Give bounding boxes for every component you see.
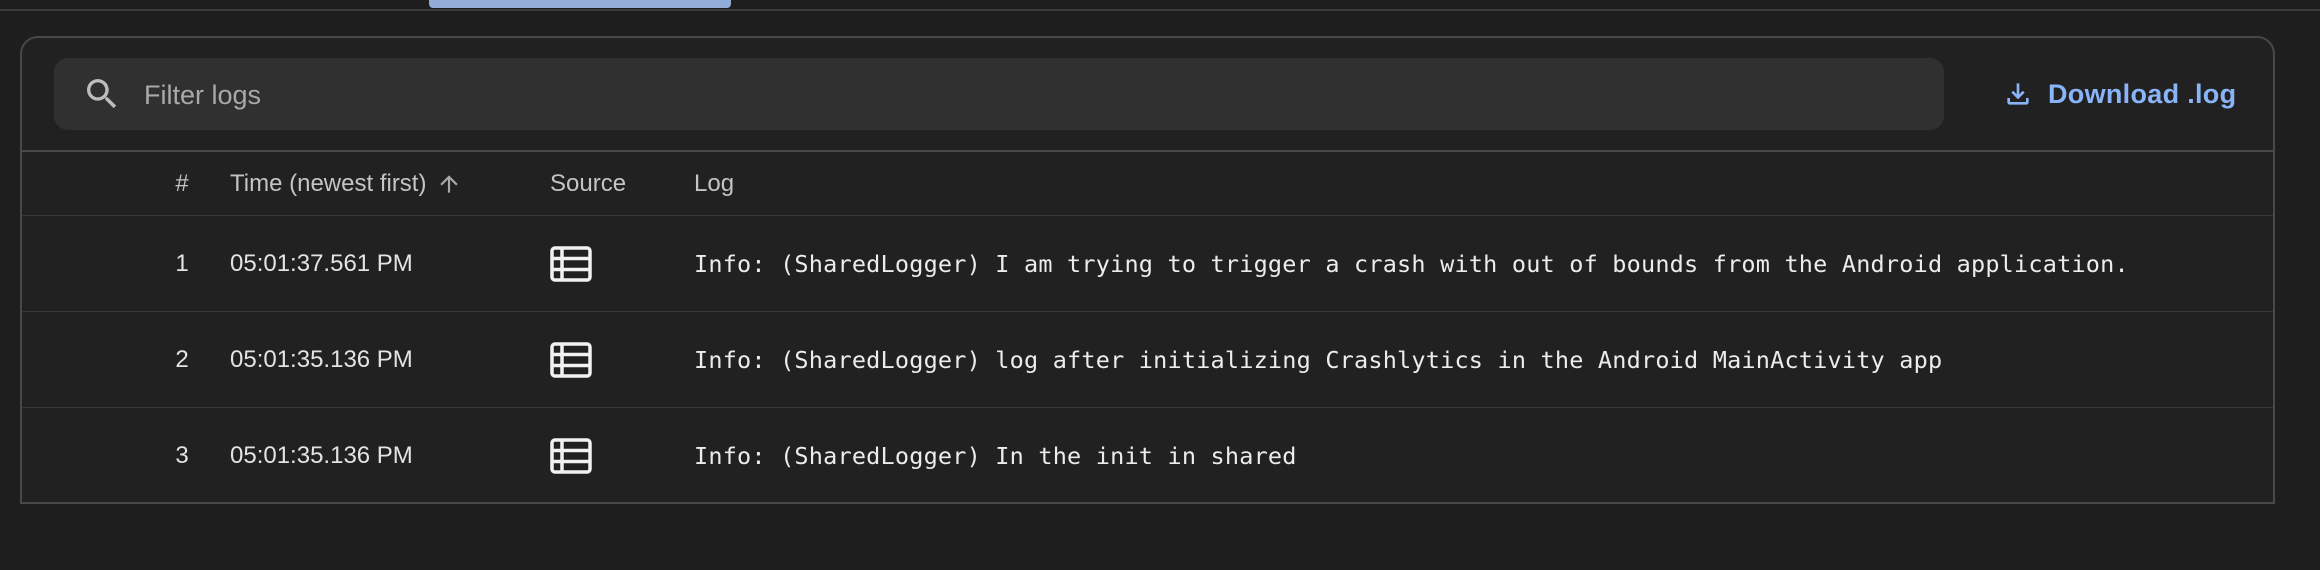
row-num: 1 bbox=[175, 249, 189, 277]
header-time-label: Time (newest first) bbox=[230, 169, 427, 197]
list-icon bbox=[550, 438, 592, 474]
list-icon bbox=[550, 245, 592, 282]
table-header: # Time (newest first) Source Log bbox=[22, 152, 2273, 216]
table-row[interactable]: 3 05:01:35.136 PM Info: (SharedLogger) I… bbox=[22, 408, 2273, 504]
row-num: 3 bbox=[175, 442, 189, 469]
download-icon bbox=[2007, 83, 2029, 105]
row-source bbox=[550, 408, 670, 504]
search-icon bbox=[87, 79, 117, 109]
top-tab-strip bbox=[0, 0, 2320, 11]
row-time: 05:01:35.136 PM bbox=[230, 345, 413, 373]
table-row[interactable]: 2 05:01:35.136 PM Info: (SharedLogger) l… bbox=[22, 312, 2273, 408]
download-log-button[interactable]: Download .log bbox=[1982, 68, 2256, 120]
row-log: Info: (SharedLogger) log after initializ… bbox=[694, 345, 1943, 374]
row-num: 2 bbox=[175, 345, 189, 373]
sort-arrow-up-icon[interactable] bbox=[436, 171, 462, 197]
header-num: # bbox=[175, 169, 189, 197]
row-time: 05:01:37.561 PM bbox=[230, 249, 413, 277]
row-source bbox=[550, 312, 670, 407]
logs-panel: Download .log # Time (newest first) Sour… bbox=[20, 36, 2275, 504]
search-box[interactable] bbox=[54, 58, 1944, 130]
row-source bbox=[550, 216, 670, 311]
header-time[interactable]: Time (newest first) bbox=[230, 152, 530, 215]
header-log: Log bbox=[694, 169, 735, 197]
filter-logs-input[interactable] bbox=[142, 72, 1906, 118]
list-icon bbox=[550, 341, 592, 378]
download-log-label: Download .log bbox=[2048, 78, 2237, 109]
header-source: Source bbox=[550, 169, 627, 197]
row-log: Info: (SharedLogger) I am trying to trig… bbox=[694, 249, 2129, 278]
row-log: Info: (SharedLogger) In the init in shar… bbox=[694, 442, 1297, 470]
logs-toolbar: Download .log bbox=[22, 38, 2273, 152]
table-row[interactable]: 1 05:01:37.561 PM Info: (SharedLogger) I… bbox=[22, 216, 2273, 312]
row-time: 05:01:35.136 PM bbox=[230, 442, 413, 469]
active-tab-indicator bbox=[429, 0, 731, 8]
